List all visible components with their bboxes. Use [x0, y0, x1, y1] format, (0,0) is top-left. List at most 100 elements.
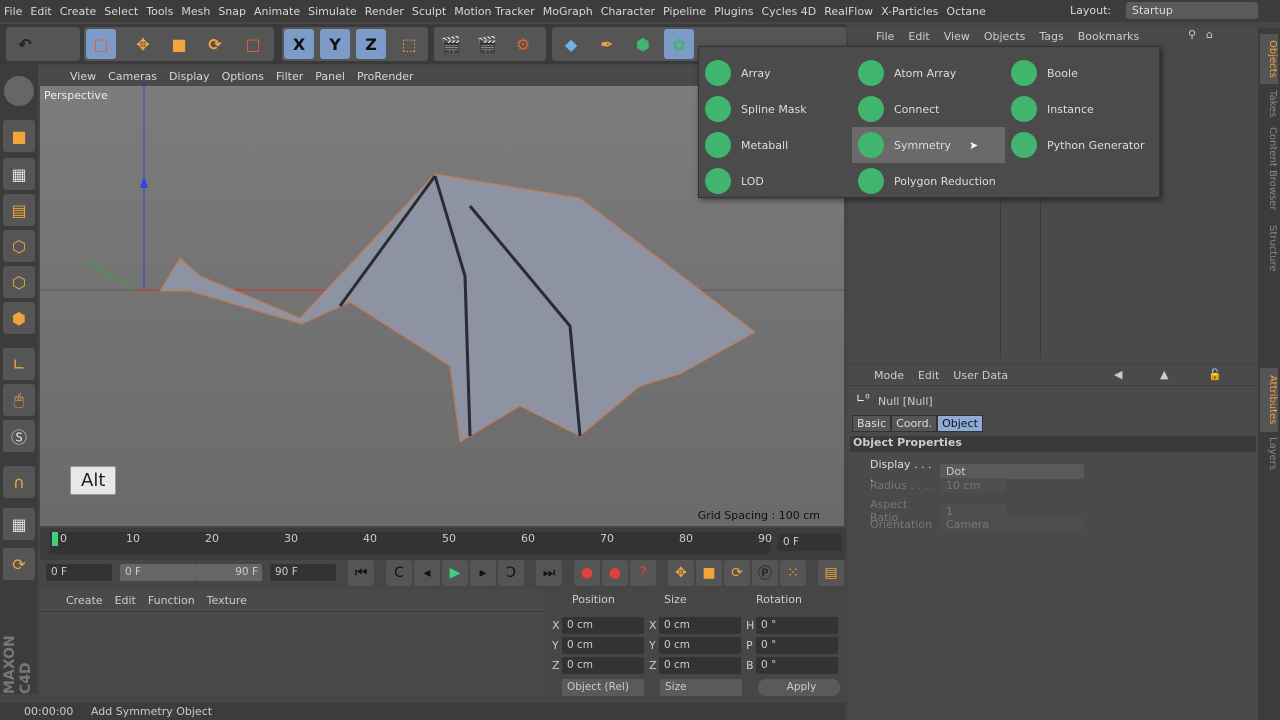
- go-to-end-button[interactable]: ⏭: [536, 560, 562, 586]
- menu-file[interactable]: File: [0, 5, 26, 18]
- material-menu-edit[interactable]: Edit: [115, 594, 136, 611]
- menu-item-boole[interactable]: Boole: [1005, 55, 1158, 91]
- attr-menu-edit[interactable]: Edit: [918, 369, 939, 385]
- menu-item-atom-array[interactable]: Atom Array: [852, 55, 1005, 91]
- key-parameter-icon[interactable]: Ⓟ: [752, 560, 778, 586]
- apply-button[interactable]: Apply: [758, 679, 840, 696]
- model-mode-icon[interactable]: ■: [3, 120, 35, 152]
- menu-item-symmetry[interactable]: Symmetry ➤: [852, 127, 1005, 163]
- start-frame-field[interactable]: 0 F: [46, 564, 112, 581]
- layout-select[interactable]: Startup: [1126, 2, 1258, 19]
- key-position-icon[interactable]: ✥: [668, 560, 694, 586]
- bat-wing-mesh[interactable]: [158, 173, 757, 443]
- coord-field[interactable]: 0 °: [756, 637, 838, 654]
- array-generator-icon[interactable]: ✿: [664, 29, 694, 59]
- key-pla-icon[interactable]: ⁙: [780, 560, 806, 586]
- prev-frame-button[interactable]: ◂: [414, 560, 440, 586]
- tab-content-browser[interactable]: Content Browser: [1260, 124, 1278, 214]
- tab-takes[interactable]: Takes: [1260, 86, 1278, 122]
- menu-select[interactable]: Select: [100, 5, 142, 18]
- viewport-menu-filter[interactable]: Filter: [270, 70, 309, 83]
- viewport-menu-panel[interactable]: Panel: [309, 70, 351, 83]
- menu-tools[interactable]: Tools: [142, 5, 177, 18]
- recent-tool-icon[interactable]: □: [238, 29, 268, 59]
- polygons-mode-icon[interactable]: ⬢: [3, 302, 35, 334]
- axis-mode-icon[interactable]: ∟: [3, 348, 35, 380]
- material-menu-texture[interactable]: Texture: [207, 594, 247, 611]
- cube-icon[interactable]: ◆: [556, 29, 586, 59]
- grid-lock-icon[interactable]: ▦: [3, 508, 35, 540]
- coord-field[interactable]: 0 cm: [562, 617, 644, 634]
- range-slider-start[interactable]: 0 F: [120, 564, 196, 581]
- magnet-icon[interactable]: ∩: [3, 466, 35, 498]
- coord-field[interactable]: 0 °: [756, 657, 838, 674]
- objects-menu-file[interactable]: File: [876, 30, 894, 46]
- render-picture-viewer-icon[interactable]: 🎬: [472, 29, 502, 59]
- y-axis-button[interactable]: Y: [320, 29, 350, 59]
- menu-simulate[interactable]: Simulate: [304, 5, 361, 18]
- tab-structure[interactable]: Structure: [1260, 218, 1278, 278]
- menu-create[interactable]: Create: [56, 5, 101, 18]
- go-to-start-button[interactable]: ⏮: [348, 560, 374, 586]
- coord-field[interactable]: 0 cm: [659, 637, 741, 654]
- menu-item-instance[interactable]: Instance: [1005, 91, 1158, 127]
- undo-icon[interactable]: ↶: [10, 29, 40, 59]
- menu-mograph[interactable]: MoGraph: [539, 5, 597, 18]
- tab-basic[interactable]: Basic: [852, 415, 892, 432]
- viewport-menu-view[interactable]: View: [64, 70, 102, 83]
- record-keys-button[interactable]: ●: [574, 560, 600, 586]
- menu-render[interactable]: Render: [361, 5, 408, 18]
- objects-menu-objects[interactable]: Objects: [984, 30, 1026, 46]
- objects-menu-view[interactable]: View: [944, 30, 970, 46]
- menu-motion-tracker[interactable]: Motion Tracker: [450, 5, 538, 18]
- menu-character[interactable]: Character: [597, 5, 659, 18]
- viewport-menu-options[interactable]: Options: [216, 70, 270, 83]
- playhead[interactable]: [52, 532, 58, 546]
- up-arrow-icon[interactable]: ▲: [1160, 368, 1168, 381]
- coord-field[interactable]: 0 cm: [659, 617, 741, 634]
- render-settings-icon[interactable]: ⚙: [508, 29, 538, 59]
- viewport-solo-icon[interactable]: [4, 76, 34, 106]
- menu-snap[interactable]: Snap: [214, 5, 250, 18]
- key-scale-icon[interactable]: ■: [696, 560, 722, 586]
- menu-octane[interactable]: Octane: [942, 5, 990, 18]
- play-button[interactable]: ▶: [442, 560, 468, 586]
- menu-item-python-generator[interactable]: Python Generator: [1005, 127, 1158, 163]
- points-mode-icon[interactable]: ⬡: [3, 230, 35, 262]
- objects-menu-bookmarks[interactable]: Bookmarks: [1078, 30, 1139, 46]
- next-keyframe-button[interactable]: Ɔ: [498, 560, 524, 586]
- menu-realflow[interactable]: RealFlow: [820, 5, 877, 18]
- subdivision-icon[interactable]: ⬢: [628, 29, 658, 59]
- coord-field[interactable]: 0 cm: [659, 657, 741, 674]
- tab-attributes[interactable]: Attributes: [1260, 368, 1278, 432]
- menu-item-array[interactable]: Array: [699, 55, 852, 91]
- snap-icon[interactable]: Ⓢ: [3, 420, 35, 452]
- coord-field[interactable]: 0 cm: [562, 637, 644, 654]
- radius-field[interactable]: 10 cm: [940, 478, 1006, 493]
- coord-field[interactable]: 0 °: [756, 617, 838, 634]
- material-menu-function[interactable]: Function: [148, 594, 195, 611]
- menu-plugins[interactable]: Plugins: [710, 5, 757, 18]
- menu-item-connect[interactable]: Connect: [852, 91, 1005, 127]
- menu-item-polygon-reduction[interactable]: Polygon Reduction: [852, 163, 1005, 199]
- menu-edit[interactable]: Edit: [26, 5, 55, 18]
- menu-sculpt[interactable]: Sculpt: [408, 5, 450, 18]
- viewport-menu-display[interactable]: Display: [163, 70, 216, 83]
- menu-item-metaball[interactable]: Metaball: [699, 127, 852, 163]
- viewport-menu-cameras[interactable]: Cameras: [102, 70, 163, 83]
- prev-keyframe-button[interactable]: C: [386, 560, 412, 586]
- tab-object[interactable]: Object: [937, 415, 983, 432]
- menu-item-lod[interactable]: LOD: [699, 163, 852, 199]
- rotate-icon[interactable]: ⟳: [200, 29, 230, 59]
- coord-field[interactable]: 0 cm: [562, 657, 644, 674]
- attr-menu-user-data[interactable]: User Data: [953, 369, 1008, 385]
- menu-pipeline[interactable]: Pipeline: [659, 5, 710, 18]
- keyframe-selection-button[interactable]: ?: [630, 560, 656, 586]
- edges-mode-icon[interactable]: ⬡: [3, 266, 35, 298]
- grid-rotate-icon[interactable]: ⟳: [3, 548, 35, 580]
- size-mode-select[interactable]: Size: [660, 679, 742, 696]
- workplane-icon[interactable]: ▤: [3, 194, 35, 226]
- objects-menu-edit[interactable]: Edit: [908, 30, 929, 46]
- attr-menu-mode[interactable]: Mode: [874, 369, 904, 385]
- range-slider-end[interactable]: 90 F: [196, 564, 262, 581]
